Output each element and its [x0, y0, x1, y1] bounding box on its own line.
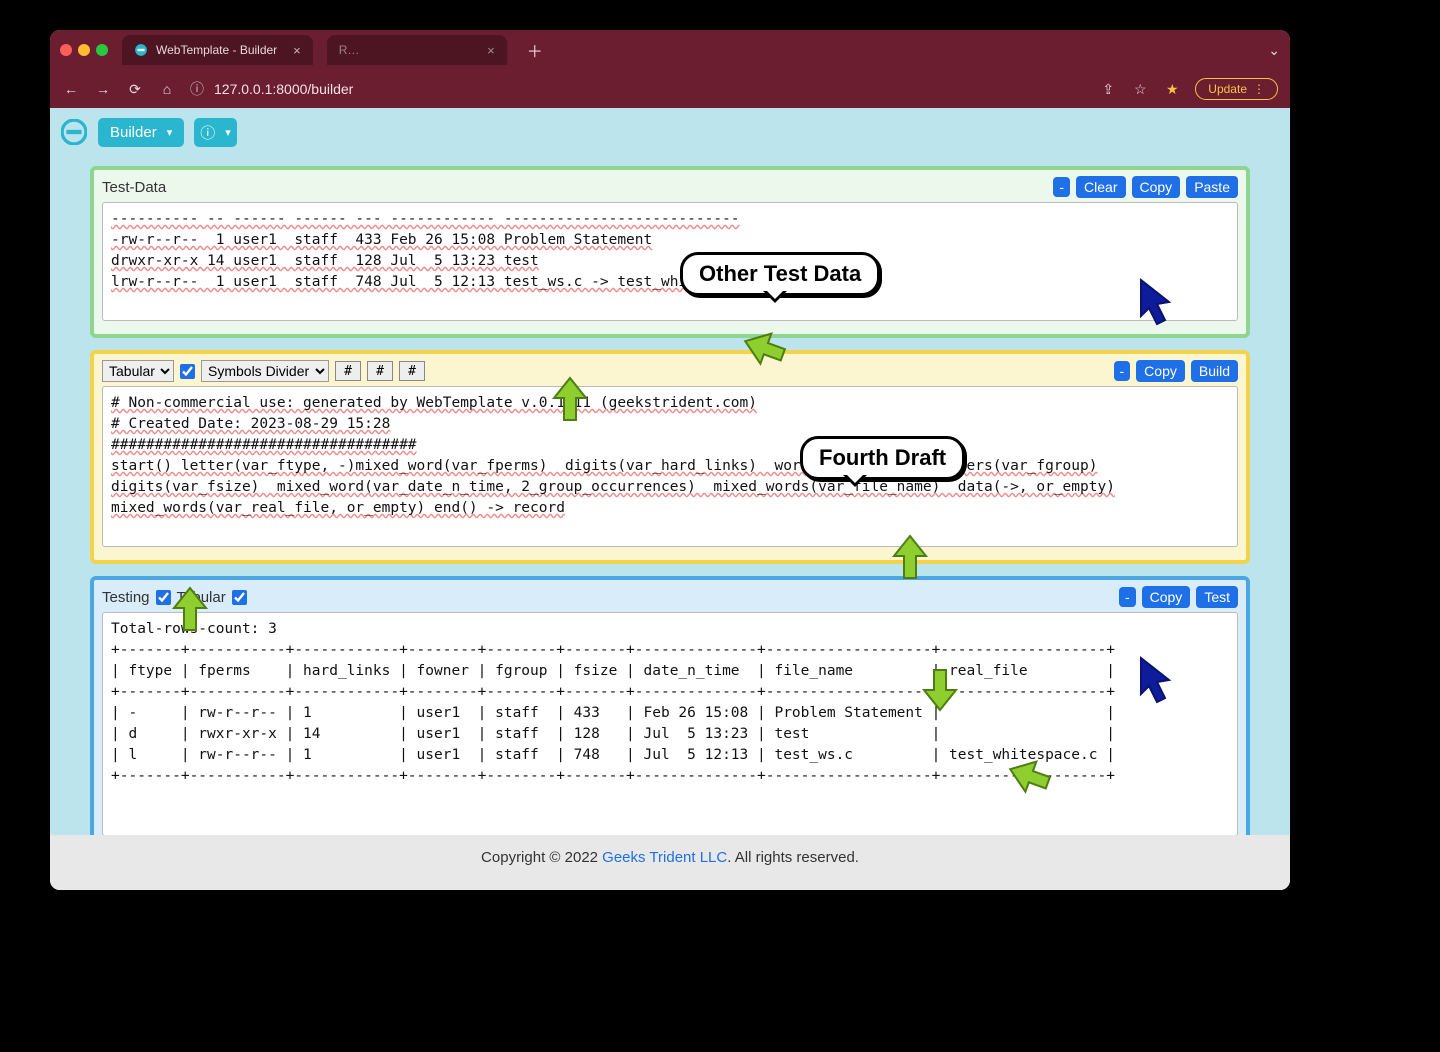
annotation-cursor-icon: [1135, 276, 1175, 326]
divider-select[interactable]: Symbols Divider: [201, 360, 329, 382]
copy-button[interactable]: Copy: [1142, 586, 1191, 608]
panel-title: Test-Data: [102, 179, 166, 196]
annotation-arrow-icon: [920, 666, 960, 712]
builder-dropdown-button[interactable]: Builder: [98, 118, 184, 147]
divider-char-input[interactable]: #: [367, 361, 393, 381]
annotation-cursor-icon: [1135, 654, 1175, 704]
url-bar: ← → ⟳ ⌂ ⓘ 127.0.0.1:8000/builder ⇪ ☆ ★ U…: [50, 70, 1290, 108]
callout-text: Other Test Data: [699, 261, 861, 286]
mode-checkbox[interactable]: [180, 364, 195, 379]
annotation-arrow-icon: [1005, 756, 1051, 796]
nav-reload-button[interactable]: ⟳: [126, 81, 144, 98]
build-button[interactable]: Build: [1191, 360, 1238, 382]
panel-title: Testing: [102, 589, 150, 606]
app-body: Builder ⓘ Other Test Data Fourth Draft: [50, 108, 1290, 890]
tab-close-icon[interactable]: ×: [293, 43, 301, 58]
tabular-checkbox[interactable]: [232, 590, 247, 605]
tab-favicon-icon: [134, 43, 148, 57]
tabs-overflow-icon[interactable]: ⌄: [1268, 42, 1280, 59]
annotation-arrow-icon: [890, 534, 930, 580]
divider-char-input[interactable]: #: [335, 361, 361, 381]
panel-minimize-button[interactable]: -: [1119, 587, 1136, 607]
site-info-icon[interactable]: ⓘ: [190, 79, 204, 99]
panel-minimize-button[interactable]: -: [1053, 177, 1070, 197]
panel-testing: Testing Tabular - Copy Test: [90, 576, 1250, 835]
footer-link[interactable]: Geeks Trident LLC: [602, 849, 727, 866]
app-toolbar: Builder ⓘ: [50, 108, 1290, 156]
footer-suffix: . All rights reserved.: [727, 849, 859, 866]
address-field[interactable]: ⓘ 127.0.0.1:8000/builder: [190, 79, 1085, 99]
page-footer: Copyright © 2022 Geeks Trident LLC. All …: [50, 835, 1290, 890]
builder-label: Builder: [110, 124, 157, 141]
tab-active[interactable]: WebTemplate - Builder ×: [122, 35, 313, 65]
nav-back-button[interactable]: ←: [62, 81, 80, 97]
browser-window: WebTemplate - Builder × R… × ＋ ⌄ ← → ⟳ ⌂…: [50, 30, 1290, 890]
annotation-arrow-icon: [740, 328, 786, 368]
address-text: 127.0.0.1:8000/builder: [214, 81, 353, 97]
test-button[interactable]: Test: [1196, 586, 1238, 608]
update-label: Update: [1208, 82, 1247, 96]
bookmark-filled-icon[interactable]: ★: [1163, 81, 1181, 98]
testing-checkbox[interactable]: [156, 590, 171, 605]
callout-other-test-data: Other Test Data: [680, 252, 880, 296]
clear-button[interactable]: Clear: [1076, 176, 1125, 198]
new-tab-button[interactable]: ＋: [521, 35, 549, 65]
panel-minimize-button[interactable]: -: [1114, 361, 1131, 381]
window-minimize-button[interactable]: [78, 44, 90, 56]
app-logo-icon: [60, 118, 88, 146]
share-icon[interactable]: ⇪: [1099, 81, 1117, 98]
copy-button[interactable]: Copy: [1132, 176, 1181, 198]
nav-home-button[interactable]: ⌂: [158, 81, 176, 97]
bookmark-outline-icon[interactable]: ☆: [1131, 81, 1149, 98]
info-icon: ⓘ: [200, 122, 215, 143]
panel-template: Tabular Symbols Divider # # # - Copy Bui…: [90, 350, 1250, 564]
kebab-icon: ⋮: [1253, 82, 1265, 96]
tab-title: WebTemplate - Builder: [156, 43, 277, 57]
window-zoom-button[interactable]: [96, 44, 108, 56]
tab-secondary[interactable]: R… ×: [327, 35, 507, 65]
test-data-textarea[interactable]: [102, 202, 1238, 321]
callout-fourth-draft: Fourth Draft: [800, 436, 965, 480]
divider-char-input[interactable]: #: [399, 361, 425, 381]
browser-update-button[interactable]: Update ⋮: [1195, 78, 1278, 100]
annotation-arrow-icon: [170, 586, 210, 632]
info-dropdown-button[interactable]: ⓘ: [194, 118, 237, 147]
copy-button[interactable]: Copy: [1136, 360, 1185, 382]
tab-close-icon[interactable]: ×: [487, 43, 495, 58]
template-textarea[interactable]: [102, 386, 1238, 547]
testing-output-textarea[interactable]: [102, 612, 1238, 835]
footer-prefix: Copyright © 2022: [481, 849, 602, 866]
annotation-arrow-icon: [550, 376, 590, 422]
tab-strip: WebTemplate - Builder × R… × ＋ ⌄: [50, 30, 1290, 70]
callout-text: Fourth Draft: [819, 445, 946, 470]
window-close-button[interactable]: [60, 44, 72, 56]
paste-button[interactable]: Paste: [1186, 176, 1238, 198]
nav-forward-button[interactable]: →: [94, 81, 112, 97]
page-content: Other Test Data Fourth Draft Test-Data -: [50, 156, 1290, 835]
mode-select[interactable]: Tabular: [102, 360, 174, 382]
panel-test-data: Test-Data - Clear Copy Paste: [90, 166, 1250, 338]
